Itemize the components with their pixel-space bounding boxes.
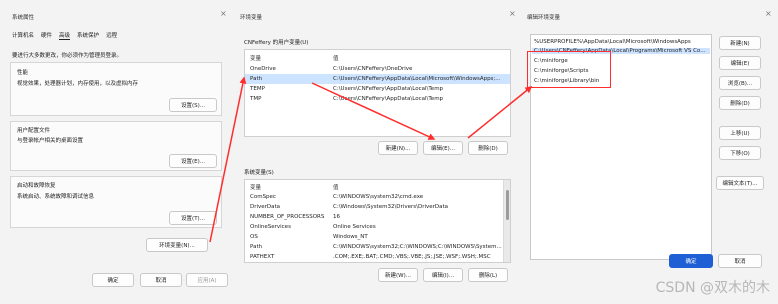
new-entry-button[interactable]: 新建(N) bbox=[719, 36, 761, 50]
variable-name: Path bbox=[250, 76, 263, 82]
close-button[interactable]: × bbox=[509, 10, 516, 18]
system-properties-window: 系统属性 × 计算机名 硬件 高级 系统保护 远程 要进行大多数更改，你必须作为… bbox=[0, 0, 233, 304]
table-row[interactable]: TMP C:\Users\CNFeffery\AppData\Local\Tem… bbox=[245, 94, 510, 104]
window-title: 系统属性 bbox=[12, 15, 35, 21]
system-variables-label: 系统变量(S) bbox=[244, 170, 274, 176]
ok-button[interactable]: 确定 bbox=[669, 254, 713, 268]
edit-entry-button[interactable]: 编辑(E) bbox=[719, 56, 761, 70]
performance-heading: 性能 bbox=[17, 70, 29, 76]
ok-button[interactable]: 确定 bbox=[92, 273, 134, 287]
watermark: CSDN @双木的木 bbox=[655, 280, 770, 296]
variable-name: TMP bbox=[250, 96, 262, 102]
variable-value: C:\Users\CNFeffery\AppData\Local\Temp bbox=[333, 96, 444, 102]
table-header: 变量 值 bbox=[245, 53, 510, 63]
tab-system-protection[interactable]: 系统保护 bbox=[77, 31, 99, 40]
variable-name: ComSpec bbox=[250, 194, 276, 200]
variable-name: TEMP bbox=[250, 86, 265, 92]
variable-name: OneDrive bbox=[250, 66, 276, 72]
variable-value: .COM;.EXE;.BAT;.CMD;.VBS;.VBE;.JS;.JSE;.… bbox=[333, 254, 491, 260]
variable-name: NUMBER_OF_PROCESSORS bbox=[250, 214, 325, 220]
scrollbar-thumb[interactable] bbox=[506, 190, 509, 220]
variable-name: DriverData bbox=[250, 204, 281, 210]
window-title: 编辑环境变量 bbox=[527, 15, 561, 21]
environment-variables-window: 环境变量 × CNFeffery 的用户变量(U) 变量 值 OneDrive … bbox=[233, 0, 522, 304]
highlight-box bbox=[527, 51, 611, 88]
scrollbar[interactable] bbox=[503, 180, 510, 262]
table-row[interactable]: OS Windows_NT bbox=[245, 232, 510, 242]
variable-value: Windows_NT bbox=[333, 234, 368, 240]
variable-value: C:\WINDOWS\system32;C:\WINDOWS;C:\WINDOW… bbox=[333, 244, 502, 250]
table-row[interactable]: DriverData C:\Windows\System32\Drivers\D… bbox=[245, 202, 510, 212]
performance-desc: 视觉效果，处理器计划，内存使用，以及虚拟内存 bbox=[17, 81, 139, 87]
variable-value: C:\Users\CNFeffery\AppData\Local\Temp bbox=[333, 86, 444, 92]
edit-text-button[interactable]: 编辑文本(T)... bbox=[716, 176, 764, 190]
startup-recovery-settings-button[interactable]: 设置(T)... bbox=[169, 211, 217, 225]
system-edit-button[interactable]: 编辑(I)... bbox=[423, 268, 463, 282]
table-row[interactable]: NUMBER_OF_PROCESSORS 16 bbox=[245, 212, 510, 222]
variable-name: PATHEXT bbox=[250, 254, 275, 260]
startup-recovery-heading: 启动和故障恢复 bbox=[17, 183, 56, 189]
startup-recovery-group: 启动和故障恢复 系统启动、系统故障和调试信息 设置(T)... bbox=[10, 176, 222, 228]
user-edit-button[interactable]: 编辑(E)... bbox=[423, 141, 463, 155]
table-row[interactable]: OnlineServices Online Services bbox=[245, 222, 510, 232]
system-variables-table: 变量 值 ComSpec C:\WINDOWS\system32\cmd.exe… bbox=[244, 179, 511, 263]
user-new-button[interactable]: 新建(N)... bbox=[378, 141, 418, 155]
environment-variables-button[interactable]: 环境变量(N)... bbox=[146, 238, 208, 252]
column-header-value[interactable]: 值 bbox=[333, 183, 506, 191]
performance-settings-button[interactable]: 设置(S)... bbox=[169, 98, 217, 112]
table-row[interactable]: OneDrive C:\Users\CNFeffery\OneDrive bbox=[245, 64, 510, 74]
user-profiles-group: 用户配置文件 与登录帐户相关的桌面设置 设置(E)... bbox=[10, 121, 222, 171]
move-up-button[interactable]: 上移(U) bbox=[719, 126, 761, 140]
column-header-variable[interactable]: 变量 bbox=[250, 183, 261, 191]
delete-entry-button[interactable]: 删除(D) bbox=[719, 96, 761, 110]
user-variables-label: CNFeffery 的用户变量(U) bbox=[244, 40, 309, 46]
variable-value: C:\Users\CNFeffery\AppData\Local\Microso… bbox=[333, 76, 501, 82]
user-profiles-desc: 与登录帐户相关的桌面设置 bbox=[17, 138, 84, 144]
apply-button[interactable]: 应用(A) bbox=[186, 273, 228, 287]
variable-value: Online Services bbox=[333, 224, 376, 230]
tab-computer-name[interactable]: 计算机名 bbox=[12, 31, 34, 40]
move-down-button[interactable]: 下移(O) bbox=[719, 146, 761, 160]
variable-name: OS bbox=[250, 234, 258, 240]
cancel-button[interactable]: 取消 bbox=[140, 273, 182, 287]
close-button[interactable]: × bbox=[765, 10, 772, 18]
browse-button[interactable]: 浏览(B)... bbox=[719, 76, 761, 90]
table-row-selected[interactable]: Path C:\Users\CNFeffery\AppData\Local\Mi… bbox=[245, 74, 510, 84]
startup-recovery-desc: 系统启动、系统故障和调试信息 bbox=[17, 194, 95, 200]
admin-note: 要进行大多数更改，你必须作为管理员登录。 bbox=[12, 53, 123, 59]
column-header-value[interactable]: 值 bbox=[333, 54, 506, 62]
tab-bar: 计算机名 硬件 高级 系统保护 远程 bbox=[12, 31, 117, 40]
system-new-button[interactable]: 新建(W)... bbox=[378, 268, 418, 282]
performance-group: 性能 视觉效果，处理器计划，内存使用，以及虚拟内存 设置(S)... bbox=[10, 62, 222, 116]
user-delete-button[interactable]: 删除(D) bbox=[468, 141, 508, 155]
table-row[interactable]: ComSpec C:\WINDOWS\system32\cmd.exe bbox=[245, 192, 510, 202]
cancel-button[interactable]: 取消 bbox=[718, 254, 762, 268]
close-button[interactable]: × bbox=[220, 10, 227, 18]
list-item[interactable]: %USERPROFILE%\AppData\Local\Microsoft\Wi… bbox=[534, 39, 691, 45]
variable-value: C:\Users\CNFeffery\OneDrive bbox=[333, 66, 413, 72]
variable-value: C:\WINDOWS\system32\cmd.exe bbox=[333, 194, 424, 200]
window-title: 环境变量 bbox=[240, 15, 263, 21]
user-variables-table: 变量 值 OneDrive C:\Users\CNFeffery\OneDriv… bbox=[244, 49, 511, 137]
user-profiles-heading: 用户配置文件 bbox=[17, 128, 51, 134]
system-delete-button[interactable]: 删除(L) bbox=[468, 268, 508, 282]
table-row[interactable]: Path C:\WINDOWS\system32;C:\WINDOWS;C:\W… bbox=[245, 242, 510, 252]
tab-remote[interactable]: 远程 bbox=[106, 31, 117, 40]
column-header-variable[interactable]: 变量 bbox=[250, 54, 261, 62]
tab-advanced[interactable]: 高级 bbox=[59, 31, 71, 40]
table-header: 变量 值 bbox=[245, 182, 510, 192]
variable-name: OnlineServices bbox=[250, 224, 291, 230]
variable-name: Path bbox=[250, 244, 263, 250]
table-row[interactable]: PATHEXT .COM;.EXE;.BAT;.CMD;.VBS;.VBE;.J… bbox=[245, 252, 510, 262]
variable-value: C:\Windows\System32\Drivers\DriverData bbox=[333, 204, 449, 210]
table-row[interactable]: TEMP C:\Users\CNFeffery\AppData\Local\Te… bbox=[245, 84, 510, 94]
user-profiles-settings-button[interactable]: 设置(E)... bbox=[169, 154, 217, 168]
tab-hardware[interactable]: 硬件 bbox=[41, 31, 52, 40]
variable-value: 16 bbox=[333, 214, 340, 220]
